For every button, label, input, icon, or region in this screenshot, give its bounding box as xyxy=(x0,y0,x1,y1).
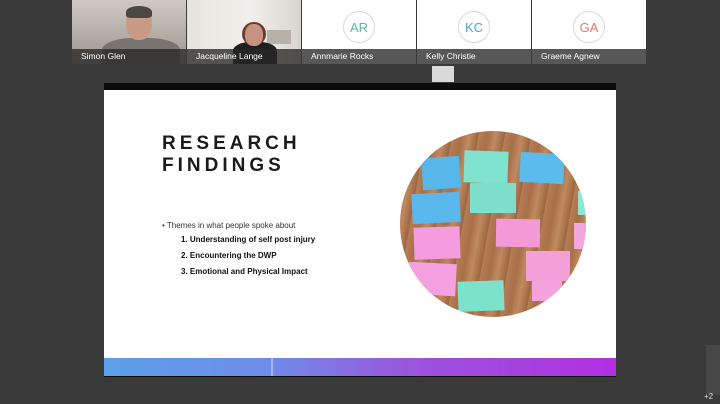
participant-name: Annmarie Rocks xyxy=(302,49,416,64)
participant-tile-jacqueline-lange[interactable]: Jacqueline Lange xyxy=(187,0,301,64)
participant-strip: Simon Glen Jacqueline Lange AR Annmarie … xyxy=(72,0,648,64)
list-item: 3. Emotional and Physical Impact xyxy=(181,267,308,276)
scrollbar-thumb[interactable] xyxy=(706,345,720,395)
participant-head xyxy=(245,24,263,46)
avatar: AR xyxy=(343,11,375,43)
avatar: GA xyxy=(573,11,605,43)
slide-title-line: RESEARCH xyxy=(162,133,301,154)
list-item: 1. Understanding of self post injury xyxy=(181,235,316,244)
slide-title-line: FINDINGS xyxy=(162,155,285,176)
participant-tile-graeme-agnew[interactable]: GA Graeme Agnew xyxy=(532,0,646,64)
participant-name: Graeme Agnew xyxy=(532,49,646,64)
participant-name: Kelly Christie xyxy=(417,49,531,64)
list-item: 2. Encountering the DWP xyxy=(181,251,277,260)
presentation-slide: RESEARCH FINDINGS • Themes in what peopl… xyxy=(104,90,616,358)
findings-list: 1. Understanding of self post injury 2. … xyxy=(181,235,315,283)
sticky-notes-photo xyxy=(400,131,586,317)
background-shelf xyxy=(267,30,291,44)
participant-name: Jacqueline Lange xyxy=(187,49,301,64)
footer-divider xyxy=(271,358,273,376)
slide-title: RESEARCH FINDINGS xyxy=(162,133,301,177)
slide-footer-bar xyxy=(104,358,616,376)
participant-tile-kelly-christie[interactable]: KC Kelly Christie xyxy=(417,0,531,64)
bullet-text: • Themes in what people spoke about xyxy=(162,221,296,230)
participant-name: Simon Glen xyxy=(72,49,186,64)
participant-hair xyxy=(126,6,152,18)
participant-tile-annmarie-rocks[interactable]: AR Annmarie Rocks xyxy=(302,0,416,64)
more-participants-count[interactable]: +2 xyxy=(704,392,713,401)
resize-handle[interactable] xyxy=(432,66,454,82)
avatar: KC xyxy=(458,11,490,43)
participant-tile-simon-glen[interactable]: Simon Glen xyxy=(72,0,186,64)
